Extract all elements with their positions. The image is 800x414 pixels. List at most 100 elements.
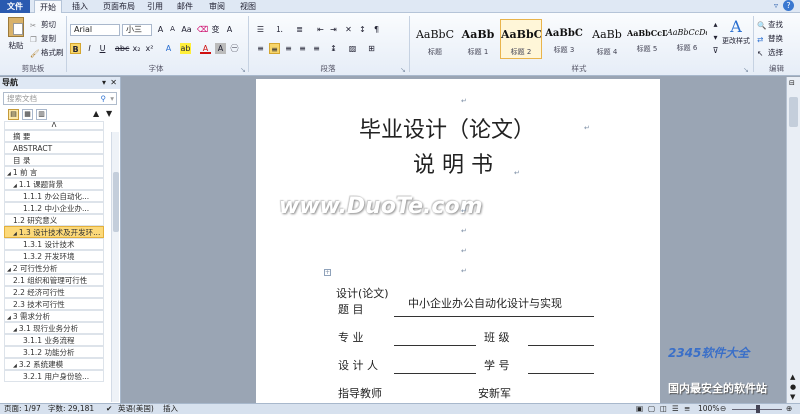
tab-insert[interactable]: 插入: [66, 0, 94, 13]
nav-heading-item[interactable]: 目 录: [4, 154, 104, 166]
scroll-thumb[interactable]: [113, 172, 119, 232]
char-border-icon[interactable]: A: [224, 24, 235, 35]
nav-heading-item[interactable]: 1.3.2 开发环境: [4, 250, 104, 262]
style-title[interactable]: AaBbC 标题: [414, 19, 456, 59]
font-color-icon[interactable]: A: [200, 43, 211, 54]
nav-heading-item[interactable]: ◢ 1.3 设计技术及开发环...: [4, 226, 104, 238]
increase-indent-icon[interactable]: ⇥: [328, 24, 339, 35]
expand-arrow-icon[interactable]: ◢: [13, 363, 17, 369]
nav-heading-item[interactable]: 3.2.1 用户身份验...: [4, 370, 104, 382]
style-heading-1[interactable]: AaBb 标题 1: [457, 19, 499, 59]
style-heading-3[interactable]: AaBbC 标题 3: [543, 19, 585, 59]
phonetic-icon[interactable]: 变: [210, 24, 221, 35]
vertical-scrollbar[interactable]: ⊟ ▲ ● ▼: [786, 77, 800, 403]
zoom-in-icon[interactable]: ⊕: [786, 404, 792, 414]
shrink-font-icon[interactable]: A: [167, 24, 178, 35]
paste-button[interactable]: 粘贴: [4, 17, 28, 57]
print-layout-icon[interactable]: ▣: [636, 404, 643, 414]
search-icon[interactable]: ⚲: [101, 93, 107, 104]
insert-mode[interactable]: 插入: [163, 404, 178, 414]
nav-heading-item[interactable]: ◢ 3.2 系统建模: [4, 358, 104, 370]
change-styles-button[interactable]: A 更改样式: [722, 17, 750, 46]
align-center-icon[interactable]: ≡: [269, 43, 280, 54]
headings-view-icon[interactable]: ▤: [8, 109, 19, 120]
nav-heading-item[interactable]: 1.1.1 办公自动化...: [4, 190, 104, 202]
results-view-icon[interactable]: ▥: [36, 109, 47, 120]
table-move-handle-icon[interactable]: +: [324, 269, 331, 276]
enclose-char-icon[interactable]: ㊀: [229, 43, 240, 54]
clear-format-icon[interactable]: ⌫: [197, 24, 208, 35]
justify-icon[interactable]: ≡: [297, 43, 308, 54]
bold-button[interactable]: B: [70, 43, 81, 54]
font-name-combo[interactable]: Arial: [70, 24, 120, 36]
style-scroll-up-icon[interactable]: ▴: [710, 19, 721, 30]
tab-view[interactable]: 视图: [235, 0, 261, 13]
navigation-scrollbar[interactable]: [111, 132, 119, 402]
numbering-icon[interactable]: ⒈: [274, 24, 285, 35]
expand-arrow-icon[interactable]: ◢: [7, 171, 11, 177]
style-heading-6[interactable]: AaBbCcDd 标题 6: [666, 19, 708, 59]
nav-heading-item[interactable]: ◢ 1.1 课题背景: [4, 178, 104, 190]
outline-icon[interactable]: ☰: [672, 404, 679, 414]
word-count[interactable]: 字数: 29,181: [48, 404, 94, 414]
underline-button[interactable]: U: [97, 43, 108, 54]
copy-button[interactable]: ❐ 复制: [30, 33, 56, 44]
decrease-indent-icon[interactable]: ⇤: [315, 24, 326, 35]
web-layout-icon[interactable]: ◫: [660, 404, 667, 414]
dropdown-icon[interactable]: ▾: [102, 77, 106, 89]
chinese-layout-icon[interactable]: ✕: [343, 24, 354, 35]
distribute-icon[interactable]: ≡: [311, 43, 322, 54]
expand-arrow-icon[interactable]: ◢: [13, 327, 17, 333]
full-screen-icon[interactable]: ▢: [648, 404, 655, 414]
nav-heading-item[interactable]: 摘 要: [4, 130, 104, 142]
ruler-toggle-icon[interactable]: ⊟: [789, 79, 795, 87]
tab-mailings[interactable]: 邮件: [172, 0, 198, 13]
previous-heading-icon[interactable]: ▲: [93, 109, 99, 118]
nav-heading-item[interactable]: ◢ 3.1 现行业务分析: [4, 322, 104, 334]
minimize-ribbon-icon[interactable]: ▿: [774, 1, 778, 10]
scroll-thumb[interactable]: [789, 97, 798, 127]
borders-icon[interactable]: ⊞: [366, 43, 377, 54]
paragraph-dialog-launcher-icon[interactable]: ↘: [400, 66, 406, 74]
nav-heading-item[interactable]: 3.1.2 功能分析: [4, 346, 104, 358]
styles-dialog-launcher-icon[interactable]: ↘: [743, 66, 749, 74]
next-heading-icon[interactable]: ▼: [106, 109, 112, 118]
nav-heading-item[interactable]: ◢ 2 可行性分析: [4, 262, 104, 274]
help-icon[interactable]: ?: [783, 0, 794, 11]
nav-heading-item[interactable]: 1.1.2 中小企业办...: [4, 202, 104, 214]
cut-button[interactable]: ✂ 剪切: [30, 19, 56, 30]
pages-view-icon[interactable]: ▦: [22, 109, 33, 120]
text-effects-icon[interactable]: A: [163, 43, 174, 54]
document-page[interactable]: ↵ 毕业设计（论文） ↵ 说 明 书 ↵ www.DuoTe.com ↵ ↵ ↵…: [256, 79, 660, 403]
search-options-icon[interactable]: ▾: [110, 93, 114, 104]
style-more-icon[interactable]: ⊽: [710, 45, 721, 56]
collapse-top-icon[interactable]: ᐱ: [4, 121, 104, 130]
next-page-icon[interactable]: ▼: [790, 393, 795, 401]
style-heading-5[interactable]: AaBbCcD 标题 5: [626, 19, 668, 59]
align-right-icon[interactable]: ≡: [283, 43, 294, 54]
strikethrough-button[interactable]: abc: [115, 43, 129, 54]
proofing-icon[interactable]: ✔: [106, 404, 112, 414]
style-heading-2[interactable]: AaBbC 标题 2: [500, 19, 542, 59]
nav-heading-item[interactable]: ABSTRACT: [4, 142, 104, 154]
nav-heading-item[interactable]: 2.1 组织和管理可行性: [4, 274, 104, 286]
sort-icon[interactable]: ↕: [357, 24, 368, 35]
navigation-search[interactable]: 搜索文档 ⚲ ▾: [3, 92, 117, 105]
nav-heading-item[interactable]: 1.3.1 设计技术: [4, 238, 104, 250]
grow-font-icon[interactable]: A: [155, 24, 166, 35]
format-painter-button[interactable]: 🖌格式刷: [30, 47, 64, 58]
close-icon[interactable]: ✕: [110, 77, 117, 89]
italic-button[interactable]: I: [84, 43, 95, 54]
replace-button[interactable]: ⇄ 替换: [757, 33, 783, 44]
find-button[interactable]: 🔍 查找: [757, 19, 783, 30]
superscript-button[interactable]: x²: [144, 43, 155, 54]
zoom-level[interactable]: 100%: [698, 404, 719, 414]
expand-arrow-icon[interactable]: ◢: [13, 183, 17, 189]
language[interactable]: 英语(美国): [118, 404, 154, 414]
line-spacing-icon[interactable]: ↨: [328, 43, 339, 54]
nav-heading-item[interactable]: 2.3 技术可行性: [4, 298, 104, 310]
style-scroll-down-icon[interactable]: ▾: [710, 32, 721, 43]
expand-arrow-icon[interactable]: ◢: [13, 231, 17, 237]
change-case-icon[interactable]: Aa: [181, 24, 192, 35]
tab-review[interactable]: 审阅: [204, 0, 230, 13]
